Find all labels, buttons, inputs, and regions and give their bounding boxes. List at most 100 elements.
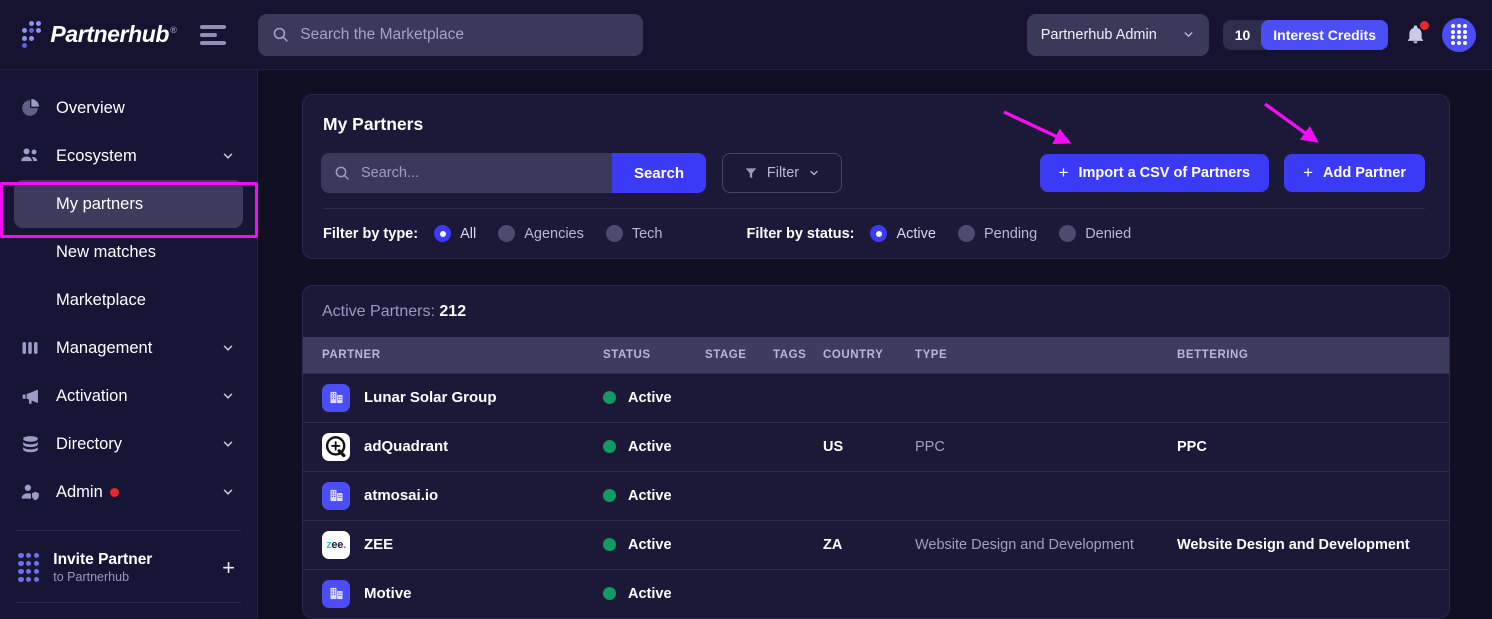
column-header-stage[interactable]: STAGE bbox=[705, 337, 773, 373]
cell-partner: atmosai.io bbox=[303, 471, 603, 520]
notifications-button[interactable] bbox=[1402, 20, 1429, 48]
chevron-down-icon bbox=[810, 170, 818, 176]
chevron-down-icon bbox=[223, 345, 233, 351]
body-area: Overview Ecosystem My partners New match… bbox=[0, 70, 1492, 619]
invite-partner-title: Invite Partner bbox=[53, 551, 153, 568]
partner-name: Motive bbox=[364, 585, 412, 603]
sidebar-item-ecosystem[interactable]: Ecosystem bbox=[0, 132, 257, 180]
sidebar-item-admin[interactable]: Admin bbox=[0, 468, 257, 516]
sidebar-item-activation[interactable]: Activation bbox=[0, 372, 257, 420]
user-shield-icon bbox=[18, 482, 42, 503]
partnerhub-dotmark-logo-icon bbox=[18, 552, 40, 583]
app-root: Partnerhub® Partnerhub Admin 10 Interest… bbox=[0, 0, 1492, 619]
sidebar-item-label: Activation bbox=[56, 386, 128, 405]
interest-credits-badge[interactable]: 10 Interest Credits bbox=[1222, 19, 1388, 50]
column-header-country[interactable]: COUNTRY bbox=[823, 337, 915, 373]
status-label: Active bbox=[628, 536, 672, 553]
search-button[interactable]: Search bbox=[611, 153, 706, 193]
user-avatar[interactable] bbox=[1442, 17, 1476, 52]
chevron-down-icon bbox=[1184, 32, 1193, 38]
sidebar-item-label: Management bbox=[56, 338, 153, 357]
table-row[interactable]: zee. ZEE Active ZA Website Design and De… bbox=[303, 520, 1449, 569]
building-icon bbox=[322, 579, 350, 608]
plus-icon: + bbox=[1303, 163, 1313, 182]
cell-country: US bbox=[823, 438, 844, 455]
megaphone-icon bbox=[18, 386, 42, 407]
sidebar-divider bbox=[16, 530, 241, 531]
column-header-status[interactable]: STATUS bbox=[603, 337, 705, 373]
invite-partner-text: Invite Partner to Partnerhub bbox=[53, 551, 208, 584]
table-row[interactable]: Motive Active bbox=[303, 569, 1449, 618]
table-row[interactable]: atmosai.io Active bbox=[303, 471, 1449, 520]
column-header-type[interactable]: TYPE bbox=[915, 337, 1177, 373]
status-label: Active bbox=[628, 487, 672, 504]
cell-type bbox=[915, 471, 1177, 520]
column-header-partner[interactable]: PARTNER bbox=[303, 337, 603, 373]
status-label: Active bbox=[628, 438, 672, 455]
sidebar-item-new-matches[interactable]: New matches bbox=[14, 228, 243, 276]
import-csv-button[interactable]: + Import a CSV of Partners bbox=[1039, 154, 1270, 192]
chevron-down-icon bbox=[223, 489, 233, 495]
sidebar-item-overview[interactable]: Overview bbox=[0, 84, 257, 132]
brand-logo[interactable]: Partnerhub® bbox=[22, 21, 177, 48]
marketplace-search[interactable] bbox=[258, 13, 644, 56]
status-dot-icon bbox=[603, 538, 616, 551]
sidebar-item-my-partners[interactable]: My partners bbox=[14, 180, 243, 228]
filter-status-active[interactable]: Active bbox=[870, 225, 936, 242]
sidebar-item-label: Ecosystem bbox=[56, 146, 137, 165]
partner-search-input[interactable] bbox=[361, 165, 599, 181]
radio-label: Denied bbox=[1085, 225, 1132, 242]
filter-dropdown-button[interactable]: Filter bbox=[722, 153, 842, 193]
cell-country bbox=[823, 373, 915, 422]
cell-bettering: PPC bbox=[1177, 438, 1207, 455]
panel-action-buttons: + Import a CSV of Partners + Add Partner bbox=[1039, 154, 1425, 192]
marketplace-search-input[interactable] bbox=[300, 25, 630, 44]
partner-name: adQuadrant bbox=[364, 438, 449, 455]
zee-wordmark-icon: zee. bbox=[322, 530, 350, 559]
pie-chart-icon bbox=[18, 98, 42, 118]
cell-partner: Motive bbox=[303, 569, 603, 618]
table-row[interactable]: adQuadrant Active US PPC PPC bbox=[303, 422, 1449, 471]
brand-name: Partnerhub® bbox=[50, 21, 177, 47]
status-dot-icon bbox=[603, 587, 616, 601]
radio-icon bbox=[870, 225, 888, 242]
chevron-down-icon bbox=[223, 441, 233, 447]
hamburger-menu-icon[interactable] bbox=[200, 20, 230, 50]
table-header: PARTNER STATUS STAGE TAGS COUNTRY TYPE B… bbox=[303, 337, 1449, 373]
column-header-bettering[interactable]: BETTERING bbox=[1177, 337, 1449, 373]
sidebar-item-marketplace[interactable]: Marketplace bbox=[14, 276, 243, 324]
active-partners-count: Active Partners: 212 bbox=[303, 286, 1449, 337]
table-row[interactable]: Lunar Solar Group Active bbox=[303, 373, 1449, 422]
invite-partner-button[interactable]: Invite Partner to Partnerhub + bbox=[0, 545, 257, 590]
cell-country: ZA bbox=[823, 536, 843, 553]
plus-icon[interactable]: + bbox=[222, 555, 235, 581]
radio-icon bbox=[605, 225, 623, 242]
cell-stage bbox=[705, 471, 773, 520]
add-partner-button[interactable]: + Add Partner bbox=[1284, 154, 1425, 192]
filter-status-pending[interactable]: Pending bbox=[957, 225, 1037, 242]
admin-alert-dot bbox=[109, 487, 119, 497]
filter-type-agencies[interactable]: Agencies bbox=[498, 225, 584, 242]
cell-stage bbox=[705, 520, 773, 569]
sidebar-subitem-label: Marketplace bbox=[56, 290, 146, 309]
sidebar-item-management[interactable]: Management bbox=[0, 324, 257, 372]
cell-status: Active bbox=[603, 520, 705, 569]
cell-tags bbox=[773, 422, 823, 471]
my-partners-panel: My Partners Search Filter bbox=[302, 94, 1450, 259]
sidebar-subitem-label: My partners bbox=[56, 194, 144, 213]
partner-name: atmosai.io bbox=[364, 487, 439, 504]
sidebar-item-directory[interactable]: Directory bbox=[0, 420, 257, 468]
filter-type-all[interactable]: All bbox=[434, 225, 476, 242]
chevron-down-icon bbox=[223, 153, 233, 159]
funnel-icon bbox=[745, 168, 757, 179]
columns-icon bbox=[18, 338, 42, 358]
add-partner-label: Add Partner bbox=[1323, 165, 1406, 181]
column-header-tags[interactable]: TAGS bbox=[773, 337, 823, 373]
partner-search-field[interactable] bbox=[321, 153, 612, 193]
admin-account-select[interactable]: Partnerhub Admin bbox=[1026, 13, 1209, 56]
filter-status-denied[interactable]: Denied bbox=[1059, 225, 1131, 242]
active-partners-value: 212 bbox=[439, 303, 467, 320]
cell-status: Active bbox=[603, 422, 705, 471]
filter-type-tech[interactable]: Tech bbox=[605, 225, 663, 242]
search-icon bbox=[335, 166, 349, 180]
